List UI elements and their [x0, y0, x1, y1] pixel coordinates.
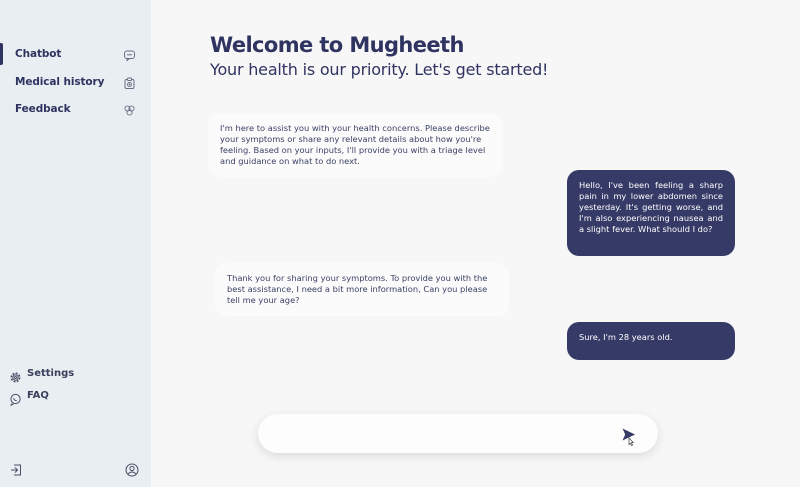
user-message: Hello, I've been feeling a sharp pain in… [567, 170, 735, 256]
page-subtitle: Your health is our priority. Let's get s… [210, 60, 549, 79]
gear-icon [9, 369, 22, 383]
sidebar-item-label: FAQ [27, 390, 49, 401]
faq-icon [9, 391, 22, 407]
sidebar-item-label: Feedback [15, 103, 71, 115]
sidebar-item-label: Settings [27, 368, 75, 379]
chat-icon [123, 47, 136, 62]
sidebar-item-label: Chatbot [15, 48, 62, 60]
sidebar: Chatbot Medical history Feedback Setting… [0, 0, 151, 487]
logout-icon[interactable] [9, 462, 23, 476]
feedback-icon [123, 102, 136, 116]
message-input[interactable] [258, 414, 658, 453]
bot-message: Thank you for sharing your symptoms. To … [215, 263, 509, 316]
sidebar-item-chatbot[interactable]: Chatbot [0, 43, 151, 65]
sidebar-item-settings[interactable]: Settings [0, 367, 151, 385]
sidebar-item-feedback[interactable]: Feedback [0, 98, 151, 120]
medical-record-icon [123, 75, 136, 89]
send-icon[interactable] [621, 426, 637, 447]
sidebar-item-label: Medical history [15, 76, 105, 88]
bot-message: I'm here to assist you with your health … [208, 113, 502, 177]
sidebar-item-medical-history[interactable]: Medical history [0, 71, 151, 93]
page-title: Welcome to Mugheeth [210, 33, 464, 57]
user-profile-icon[interactable] [125, 462, 139, 477]
user-message: Sure, I'm 28 years old. [567, 322, 735, 360]
sidebar-item-faq[interactable]: FAQ [0, 389, 151, 407]
